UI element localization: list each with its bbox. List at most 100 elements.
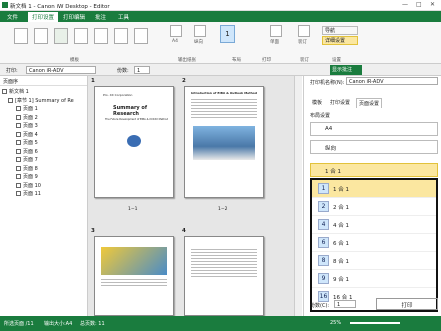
sheet-number-4: 4 xyxy=(182,228,186,234)
menu-tools[interactable]: 工具 xyxy=(115,13,132,21)
photo-image xyxy=(193,126,255,160)
nup-option-6[interactable]: 66 合 1 xyxy=(312,234,436,252)
page-thumbnail-1[interactable]: Pro. XX Corporation Summary of Research … xyxy=(94,86,174,198)
zoom-slider[interactable] xyxy=(350,322,400,324)
tree-page-6[interactable]: 页面 6 xyxy=(2,148,85,157)
vertical-scrollbar[interactable] xyxy=(294,76,302,316)
nup-option-2[interactable]: 22 合 1 xyxy=(312,198,436,216)
group-settings: 设置 xyxy=(332,58,341,63)
detail-settings-button[interactable]: 详细设置 xyxy=(322,36,358,45)
settings-pane: 打印机名称(N): Canon iR-ADV 模板 打印设置 页面设置 布局设置… xyxy=(303,76,441,316)
nup-select[interactable]: 1 合 1 xyxy=(310,163,438,177)
checkbox[interactable] xyxy=(16,140,21,145)
template-icon-4[interactable] xyxy=(74,28,88,44)
page2-title: Introduction of EIBA & Outlook Method xyxy=(191,91,257,95)
menu-file[interactable]: 文件 xyxy=(4,13,21,21)
page1-company: Pro. XX Corporation xyxy=(103,93,133,97)
right-copies-label: 份数(C): xyxy=(310,303,330,309)
page1-title: Summary of Research xyxy=(113,105,148,117)
status-paper: 输出大小:A4 xyxy=(44,321,73,327)
template-icon-6[interactable] xyxy=(114,28,128,44)
tree-page-1[interactable]: 页面 1 xyxy=(2,105,85,114)
tree-page-9[interactable]: 页面 9 xyxy=(2,173,85,182)
group-layout: 布局 xyxy=(232,58,241,63)
tree-page-4[interactable]: 页面 4 xyxy=(2,131,85,140)
page1-subtitle: The Future Development of EIBA & XXXXX M… xyxy=(105,118,169,121)
checkbox[interactable] xyxy=(16,182,21,188)
orientation-select[interactable]: 纵向 xyxy=(310,140,438,154)
print-button[interactable]: 打印 xyxy=(376,298,438,310)
checkbox[interactable] xyxy=(16,114,21,120)
layout-settings-label: 布局设置 xyxy=(310,113,331,119)
navigation-button[interactable]: 导航 xyxy=(322,26,358,35)
menu-print-edit[interactable]: 打印编辑 xyxy=(60,13,88,21)
tree-page-10[interactable]: 页面 10 xyxy=(2,182,85,191)
duplex-icon[interactable] xyxy=(270,25,282,37)
maximize-button[interactable]: □ xyxy=(416,1,422,8)
tree-page-3[interactable]: 页面 3 xyxy=(2,122,85,131)
tree-page-7[interactable]: 页面 7 xyxy=(2,156,85,165)
checkbox[interactable] xyxy=(8,97,13,103)
zoom-level: 25% xyxy=(330,320,342,326)
copies-input[interactable]: 1 xyxy=(134,66,150,74)
checkbox[interactable] xyxy=(16,131,21,137)
nup-dropdown-list: 11 合 1 22 合 1 44 合 1 66 合 1 88 合 1 99 合 … xyxy=(310,178,438,312)
page-thumbnail-2[interactable]: Introduction of EIBA & Outlook Method xyxy=(184,86,264,198)
close-button[interactable]: ✕ xyxy=(430,1,435,8)
paper-size-icon[interactable] xyxy=(170,25,182,37)
checkbox[interactable] xyxy=(16,106,21,111)
tree-page-11[interactable]: 页面 11 xyxy=(2,190,85,199)
printer-name-label: 打印机名称(N): xyxy=(310,80,345,86)
template-icon-1[interactable] xyxy=(14,28,28,44)
duplex-label[interactable]: 单面 xyxy=(270,39,279,45)
tab-template[interactable]: 模板 xyxy=(312,99,322,106)
checkbox[interactable] xyxy=(16,157,21,162)
paper-size-label[interactable]: A4 xyxy=(172,39,178,44)
page-label-2: 1−2 xyxy=(218,207,228,212)
group-binding: 装订 xyxy=(300,58,309,63)
tree-page-5[interactable]: 页面 5 xyxy=(2,139,85,148)
sheet-number-1: 1 xyxy=(91,78,95,84)
tab-page-settings[interactable]: 页面设置 xyxy=(356,98,383,108)
template-icon-2[interactable] xyxy=(34,28,48,44)
page-thumbnail-4[interactable] xyxy=(184,236,264,316)
checkbox[interactable] xyxy=(16,148,21,154)
checkbox[interactable] xyxy=(16,191,21,196)
tab-print-settings[interactable]: 打印设置 xyxy=(330,99,350,106)
printer-select[interactable]: Canon iR-ADV xyxy=(26,66,96,74)
checkbox[interactable] xyxy=(16,123,21,128)
tree-page-2[interactable]: 页面 2 xyxy=(2,114,85,123)
template-icon-3[interactable] xyxy=(54,28,68,44)
minimize-button[interactable]: — xyxy=(402,1,408,8)
tree-page-8[interactable]: 页面 8 xyxy=(2,165,85,174)
map-image xyxy=(101,247,167,275)
window-title: 新文档 1 - Canon iW Desktop - Editor xyxy=(10,4,110,10)
tree-chapter[interactable]: [章节 1] Summary of Re xyxy=(2,97,85,106)
paper-size-select[interactable]: A4 xyxy=(310,122,438,136)
checkbox[interactable] xyxy=(16,165,21,171)
orientation-icon[interactable] xyxy=(194,25,206,37)
status-pages: 所选页面 /11 xyxy=(4,321,34,327)
nup-option-8[interactable]: 88 合 1 xyxy=(312,252,436,270)
nup-ribbon-button[interactable]: 1 xyxy=(220,25,235,43)
template-icon-5[interactable] xyxy=(94,28,108,44)
page-tree-pane: 页面序 新文档 1 [章节 1] Summary of Re 页面 1 页面 2… xyxy=(0,76,88,316)
page-thumbnail-3[interactable] xyxy=(94,236,174,316)
show-comment-button[interactable]: 显示批注 xyxy=(330,65,362,75)
orientation-label[interactable]: 纵向 xyxy=(194,39,203,45)
nup-option-1[interactable]: 11 合 1 xyxy=(312,180,436,198)
printer-name-select[interactable]: Canon iR-ADV xyxy=(346,77,438,85)
template-icon-7[interactable] xyxy=(134,28,148,44)
checkbox[interactable] xyxy=(2,89,7,94)
binding-icon[interactable] xyxy=(298,25,310,37)
right-copies-input[interactable]: 1 xyxy=(334,300,356,308)
checkbox[interactable] xyxy=(16,174,21,179)
menu-annotation[interactable]: 批注 xyxy=(92,13,109,21)
menu-print-settings[interactable]: 打印设置 xyxy=(28,12,59,22)
nup-option-9[interactable]: 99 合 1 xyxy=(312,270,436,288)
nup-option-4[interactable]: 44 合 1 xyxy=(312,216,436,234)
binding-label[interactable]: 装订 xyxy=(298,39,307,45)
tree-doc[interactable]: 新文档 1 xyxy=(2,88,85,97)
page-label-1: 1−1 xyxy=(128,207,138,212)
copies-label: 份数: xyxy=(117,68,129,74)
